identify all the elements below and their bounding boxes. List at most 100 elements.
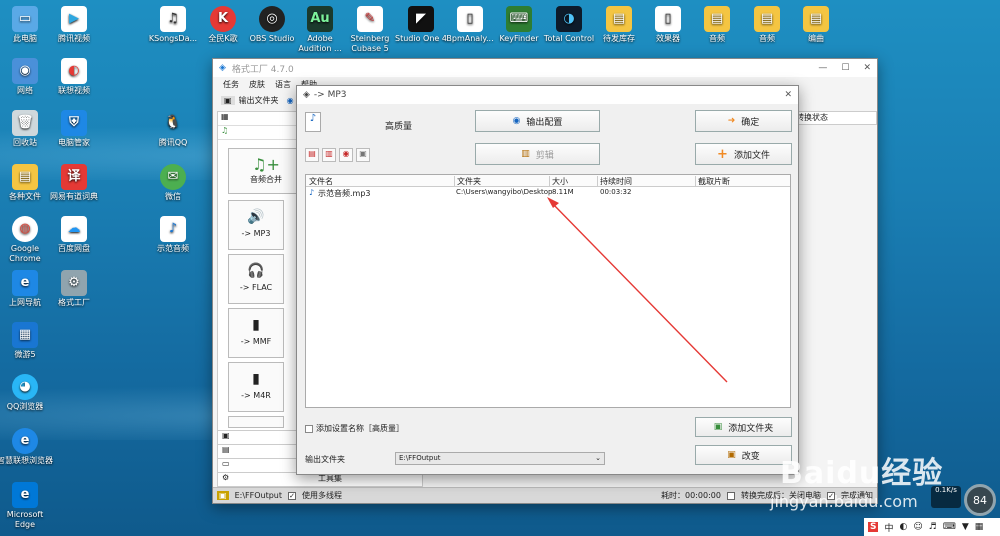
desktop-icon-youdao[interactable]: 译网易有道词典 [45,164,103,202]
output-folder-label: 输出文件夹 [305,455,345,464]
desktop-icon-cubase[interactable]: ✎ Steinberg Cubase 5 [341,6,399,54]
menu-language[interactable]: 语言 [275,79,291,90]
flac-icon: 🎧 [247,263,265,279]
net-speed-widget[interactable]: 0.1K/s [931,486,961,508]
edge-icon: e [12,482,38,508]
format-tile-mp3[interactable]: 🔊 -> MP3 [228,200,284,250]
audio-file-icon: ♪ [160,216,186,242]
format-tile-m4r[interactable]: ▮ -> M4R [228,362,284,412]
format-flac-label: -> FLAC [239,283,273,292]
add-folder-icon: ▣ [713,422,723,432]
folder-icon: ▤ [754,6,780,32]
desktop-icon-qq[interactable]: 🐧 腾讯QQ [144,110,202,148]
format-m4r-label: -> M4R [241,391,271,400]
elapsed-time: 耗时：00:00:00 [661,491,721,500]
disc-icon: ▭ [222,459,230,468]
recycle-bin-icon: 🗑 [12,110,38,136]
main-title: 格式工厂 4.7.0 [231,64,294,75]
add-settings-name-row: 添加设置名称［高质量］ [305,423,404,434]
shirt-icon[interactable]: ▼ [962,522,969,532]
multithread-checkbox[interactable]: ✓ [288,491,296,500]
watermark-url: jingyan.baidu.com [770,492,918,511]
cloud-icon: ☁ [61,216,87,242]
moon-icon[interactable]: ◐ [900,522,908,532]
conversion-status-header[interactable]: 转换状态 [791,111,877,125]
file-icon: ▯ [655,6,681,32]
desktop-icon-qqbrowser[interactable]: ◕ QQ浏览器 [0,374,54,412]
option-icon[interactable]: ◉ [287,96,294,105]
chrome-icon: ◍ [12,216,38,242]
smile-icon[interactable]: ☺ [913,522,922,532]
control-icon: ◑ [556,6,582,32]
desktop-icon-lenovo-browser[interactable]: e 智慧联想浏览器 [0,428,54,466]
dictionary-icon: 译 [61,164,87,190]
folder-icon: ▣ [217,491,229,500]
desktop-icon-format-factory[interactable]: ⚙ 格式工厂 [45,270,103,308]
factory-icon: ⚙ [61,270,87,296]
obs-icon: ◎ [259,6,285,32]
ime-toolbar: S 中 ◐ ☺ ♬ ⌨ ▼ ▦ [864,518,1000,536]
desktop-icon-baidu-pan[interactable]: ☁ 百度网盘 [45,216,103,254]
watermark-brand: Baidu经验 [780,456,944,491]
folder-icon: ▤ [606,6,632,32]
after-convert-checkbox[interactable] [727,491,735,500]
change-button[interactable]: ▣ 改变 [695,445,792,465]
keyboard-icon[interactable]: ⌨ [943,522,956,532]
desktop-icon-wechat[interactable]: ✉ 微信 [144,164,202,202]
mmf-icon: ▮ [252,317,260,333]
desktop-icon-pc-manager[interactable]: ⛨ 电脑管家 [45,110,103,148]
net-up-value: 0.1 [935,486,947,494]
add-settings-checkbox[interactable] [305,424,313,433]
audio-merge-tile[interactable]: ♫+ 音频合并 [228,148,304,194]
karaoke-icon: K [210,6,236,32]
file-icon: ▯ [457,6,483,32]
mp3-icon: 🔊 [247,209,265,225]
maximize-icon[interactable]: ☐ [841,63,849,73]
qq-browser-icon: ◕ [12,374,38,400]
add-folder-button[interactable]: ▣ 添加文件夹 [695,417,792,437]
desktop-icon-lenovo-video[interactable]: ◐ 联想视频 [45,58,103,96]
shield-icon: ⛨ [61,110,87,136]
cubase-icon: ✎ [357,6,383,32]
menu-skin[interactable]: 皮肤 [249,79,265,90]
mic-icon[interactable]: ♬ [929,522,937,532]
tools-icon: ⚙ [222,473,230,482]
browser-icon: e [12,428,38,454]
main-titlebar: ◈ 格式工厂 4.7.0 — ☐ ✕ [213,59,877,77]
cpu-gauge[interactable]: 84 [964,484,996,516]
format-tile-partial[interactable] [228,416,284,428]
arrow-head [547,197,559,208]
audition-icon: Au [307,6,333,32]
cpu-value: 84 [973,493,987,507]
output-folder-select[interactable]: E:\FFOutput ⌄ [395,452,605,465]
folder-icon: ▤ [803,6,829,32]
toolbar-output-folder[interactable]: 输出文件夹 [239,95,279,106]
close-icon[interactable]: ✕ [863,63,871,73]
ime-mode[interactable]: 中 [884,521,893,534]
add-settings-label: 添加设置名称［高质量］ [316,424,404,433]
format-tile-mmf[interactable]: ▮ -> MMF [228,308,284,358]
format-mp3-label: -> MP3 [241,229,271,238]
play-icon: ▶ [61,6,87,32]
menu-task[interactable]: 任务 [223,79,239,90]
keyboard-icon: ⌨ [506,6,532,32]
m4r-icon: ▮ [252,371,260,387]
folder-icon: ▤ [704,6,730,32]
add-folder-label: 添加文件夹 [728,423,774,434]
sogou-icon[interactable]: S [868,522,879,532]
desktop-icon-edge[interactable]: e Microsoft Edge [0,482,54,530]
desktop-icon-weiyou[interactable]: ▦ 微游5 [0,322,54,360]
net-unit: K/s [946,486,957,494]
minimize-icon[interactable]: — [818,63,827,73]
folder-icon: ▤ [12,164,38,190]
chevron-down-icon: ⌄ [595,454,601,462]
network-icon: ◉ [12,58,38,84]
grid-icon[interactable]: ▦ [975,522,984,532]
desktop-icon-arrange[interactable]: ▤ 编曲 [787,6,845,44]
chat-icon: ✉ [160,164,186,190]
format-tile-flac[interactable]: 🎧 -> FLAC [228,254,284,304]
desktop-icon-sample-audio[interactable]: ♪ 示范音频 [144,216,202,254]
app-icon: ▦ [12,322,38,348]
folder-icon: ▣ [727,450,736,460]
desktop-icon-tencent-video[interactable]: ▶ 腾讯视频 [45,6,103,44]
